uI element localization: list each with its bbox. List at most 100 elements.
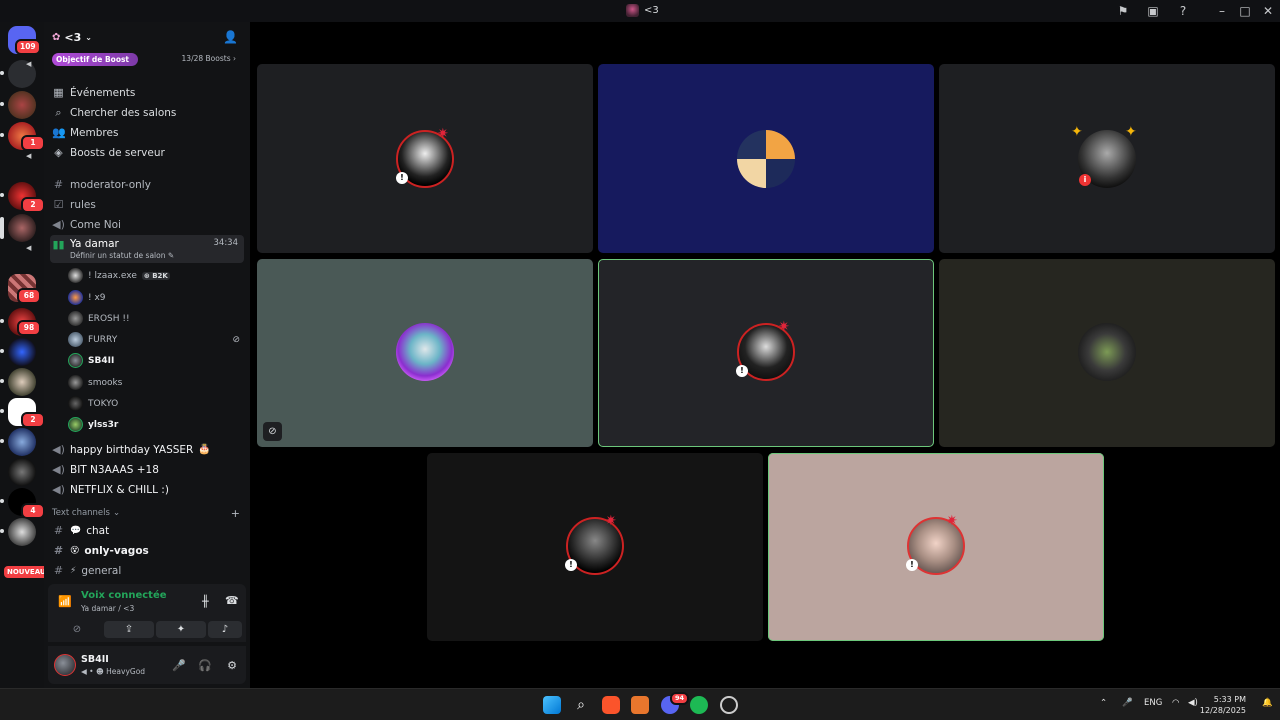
help-icon[interactable]: ?	[1176, 4, 1190, 18]
voice-member[interactable]: EROSH !!	[68, 309, 244, 328]
server-icon[interactable]	[8, 91, 36, 119]
server-icon[interactable]	[8, 338, 36, 366]
add-channel-icon[interactable]: +	[231, 507, 240, 520]
channel-label: Come Noi	[70, 218, 121, 231]
server-name-text: <3	[64, 31, 82, 44]
server-icon[interactable]	[8, 214, 36, 242]
server-icon[interactable]	[8, 368, 36, 396]
browse-icon: ⌕	[55, 105, 62, 119]
spotify-icon[interactable]	[690, 696, 708, 714]
server-rail: 109 ◀ 1 ◀ 2 ◀ 68 98 2 4 NOUVEAU	[0, 22, 51, 688]
channel-rules[interactable]: ☑ rules	[50, 195, 244, 214]
server-name[interactable]: ✿ <3 ⌄	[52, 31, 92, 44]
voice-member[interactable]: TOKYO	[68, 394, 244, 413]
nav-browse-channels[interactable]: ⌕ Chercher des salons	[50, 103, 244, 122]
participant-tile[interactable]: ✦ ✦ i	[939, 64, 1275, 253]
member-name: ! lzaax.exe	[88, 270, 137, 281]
windows-start-icon[interactable]	[543, 696, 561, 714]
screen-icon[interactable]: ▣	[1146, 4, 1160, 18]
user-name[interactable]: SB4II	[81, 654, 109, 665]
soundboard-button[interactable]: ♪	[208, 621, 242, 638]
channel-label: NETFLIX & CHILL :)	[70, 483, 169, 496]
server-thumbnail	[626, 4, 639, 17]
activities-button[interactable]: ✦	[156, 621, 206, 638]
channel-chat[interactable]: # 💬 chat	[50, 521, 244, 540]
voice-member[interactable]: smooks	[68, 373, 244, 392]
signal-icon[interactable]: 📶	[58, 595, 72, 608]
voice-connected-panel: 📶 Voix connectée Ya damar / <3 ╫ ☎ ⊘ ⇪ ✦…	[48, 584, 246, 642]
voice-connected-title[interactable]: Voix connectée	[81, 590, 167, 601]
maximize-icon[interactable]: □	[1238, 4, 1252, 18]
share-screen-button[interactable]: ⇪	[104, 621, 154, 638]
channel-bit-n3aaas[interactable]: ◀) BIT N3AAAS +18	[50, 460, 244, 479]
search-icon[interactable]: ⌕	[572, 696, 590, 714]
category-text-channels[interactable]: Text channels ⌄ +	[52, 506, 244, 520]
voice-channel-icon: ◀)	[52, 443, 65, 456]
channel-status-prompt[interactable]: Définir un statut de salon ✎	[70, 251, 174, 260]
volume-icon[interactable]: ◀)	[1188, 698, 1198, 708]
participant-tile[interactable]: ✷ !	[427, 453, 763, 641]
status-decoration-icon: i	[1079, 174, 1091, 186]
microphone-icon[interactable]: 🎤	[171, 658, 187, 674]
avatar[interactable]	[54, 654, 76, 676]
microphone-tray-icon[interactable]: 🎤	[1122, 698, 1133, 708]
minimize-icon[interactable]: –	[1215, 4, 1229, 18]
gear-icon[interactable]: ⚙	[224, 658, 240, 674]
avatar	[68, 311, 83, 326]
channel-happy-birthday[interactable]: ◀) happy birthday YASSER 🎂	[50, 440, 244, 459]
avatar	[68, 332, 83, 347]
channel-come-noi[interactable]: ◀) Come Noi	[50, 215, 244, 234]
channel-label: rules	[70, 198, 96, 211]
channel-general[interactable]: # ⚡ general	[50, 561, 244, 580]
disconnect-icon[interactable]: ☎	[225, 594, 239, 607]
chevron-down-icon: ⌄	[85, 33, 92, 42]
channel-netflix-chill[interactable]: ◀) NETFLIX & CHILL :)	[50, 480, 244, 499]
unread-badge: 109	[15, 39, 41, 55]
participant-tile-speaking[interactable]: ✷ !	[598, 259, 934, 447]
nav-events[interactable]: ▦ Événements	[50, 83, 244, 102]
close-icon[interactable]: ✕	[1261, 4, 1275, 18]
app-icon[interactable]	[720, 696, 738, 714]
smiley-icon: 😵	[70, 545, 80, 556]
server-icon[interactable]	[8, 428, 36, 456]
unread-badge: 98	[17, 320, 41, 336]
headphones-icon[interactable]: 🎧	[197, 658, 213, 674]
voice-member[interactable]: ylss3r	[68, 415, 244, 434]
server-icon[interactable]	[8, 458, 36, 486]
participant-tile[interactable]: ✷ !	[257, 64, 593, 253]
system-clock[interactable]: 5:33 PM 12/28/2025	[1200, 694, 1246, 716]
voice-member[interactable]: ! lzaax.exe ⊛ B2K	[68, 266, 244, 285]
nav-server-boosts[interactable]: ◈ Boosts de serveur	[50, 143, 244, 162]
voice-active-icon: ▮▮	[52, 238, 65, 251]
chevron-down-icon: ⌄	[112, 508, 121, 518]
boost-goal-bar[interactable]: Objectif de Boost 13/28 Boosts ›	[52, 53, 242, 67]
participant-tile[interactable]	[939, 259, 1275, 447]
voice-member[interactable]: FURRY ⊘	[68, 330, 244, 349]
invite-icon[interactable]: 👤	[223, 30, 238, 44]
channel-ya-damar[interactable]: ▮▮ Ya damar 34:34 Définir un statut de s…	[50, 235, 244, 263]
voice-member[interactable]: SB4II	[68, 351, 244, 370]
server-header[interactable]: ✿ <3 ⌄ 👤	[44, 22, 250, 54]
channel-moderator-only[interactable]: # moderator-only	[50, 175, 244, 194]
voice-call-grid: ✷ ! ✦ ✦ i ⊘ ✷ ! ✷ ! ✷ !	[250, 22, 1280, 688]
participant-tile[interactable]	[598, 64, 934, 253]
avatar	[68, 268, 83, 283]
flag-icon[interactable]: ⚑	[1116, 4, 1130, 18]
brave-browser-icon[interactable]	[602, 696, 620, 714]
nav-members[interactable]: 👥 Membres	[50, 123, 244, 142]
notification-icon[interactable]: 🔔	[1262, 698, 1273, 708]
voice-channel-icon: ◀)	[52, 218, 65, 231]
channel-only-vagos[interactable]: # 😵 only-vagos	[50, 541, 244, 560]
noise-suppression-icon[interactable]: ╫	[202, 595, 209, 608]
speaker-icon: ◀	[26, 244, 32, 252]
wifi-icon[interactable]: ◠	[1172, 698, 1179, 708]
voice-member[interactable]: ! x9	[68, 288, 244, 307]
participant-tile-speaking[interactable]: ✷ !	[768, 453, 1104, 641]
camera-off-button[interactable]: ⊘	[52, 621, 102, 638]
participant-tile[interactable]: ⊘	[257, 259, 593, 447]
server-icon[interactable]	[8, 518, 36, 546]
tray-chevron-icon[interactable]: ⌃	[1100, 698, 1107, 708]
voice-connected-subtitle[interactable]: Ya damar / <3	[81, 604, 134, 613]
app-icon[interactable]	[631, 696, 649, 714]
language-indicator[interactable]: ENG	[1144, 698, 1162, 708]
